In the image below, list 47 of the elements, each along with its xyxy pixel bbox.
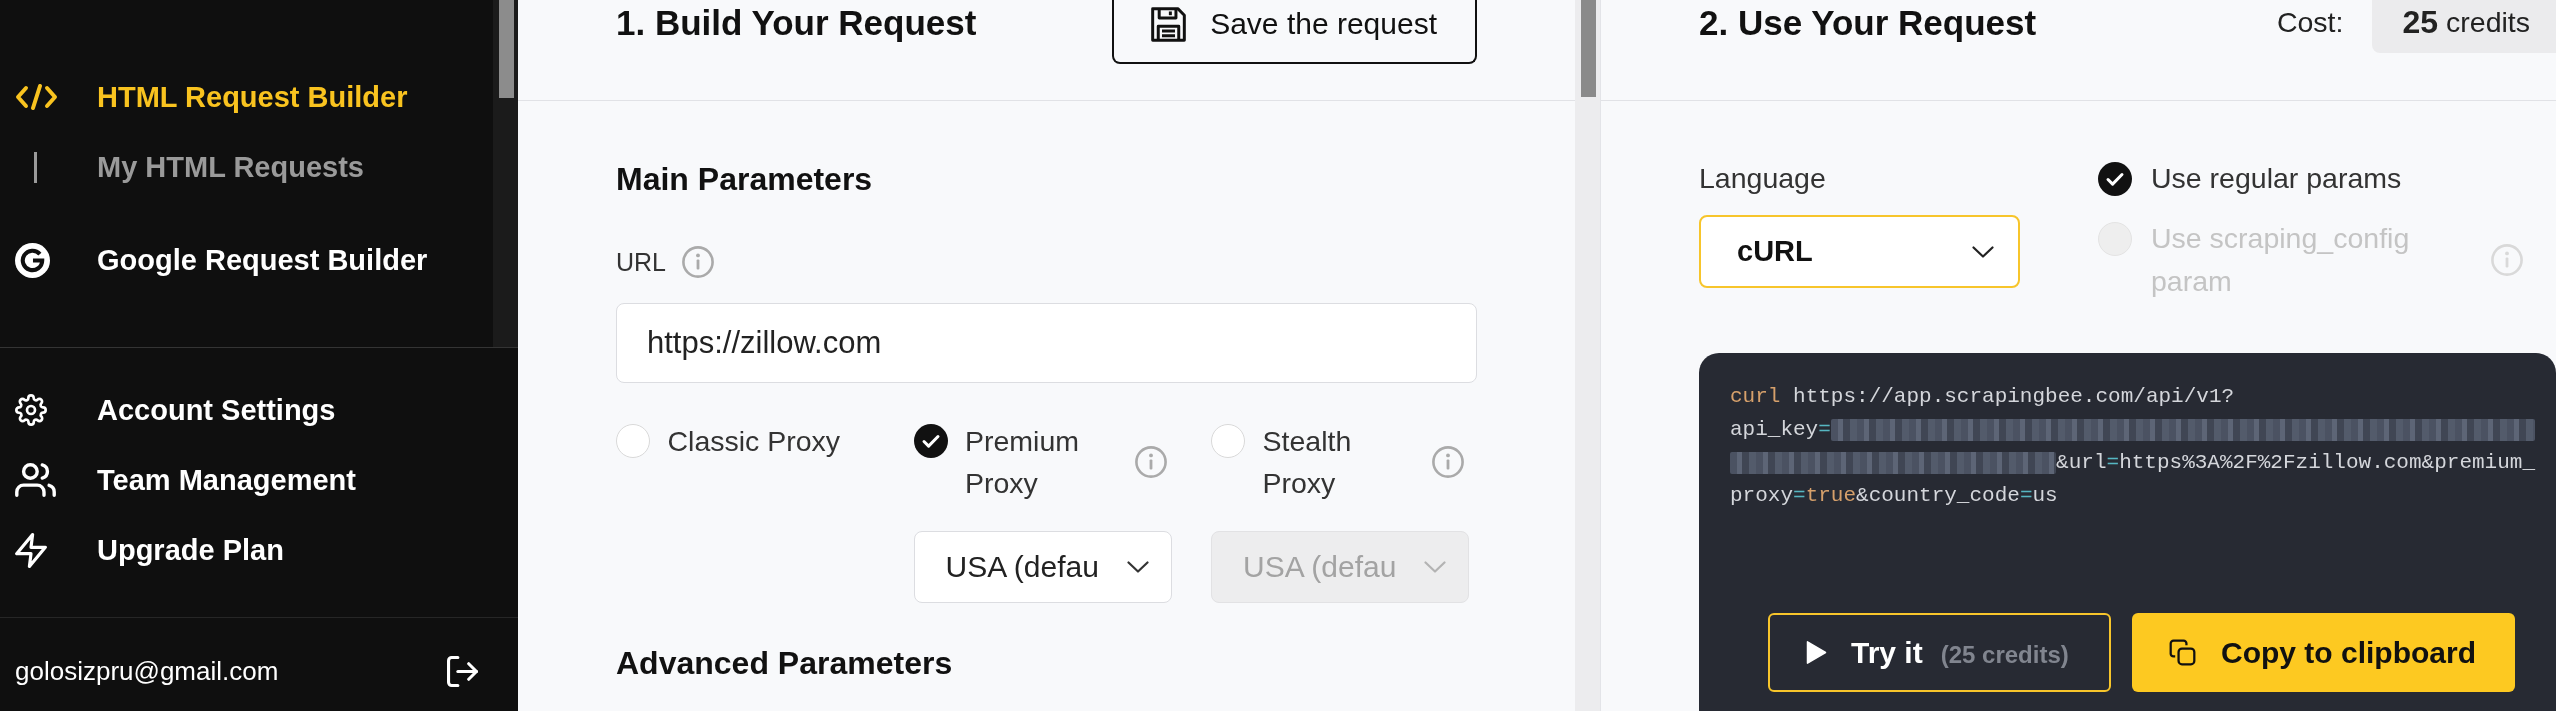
field-label: Language (1699, 161, 1826, 196)
radio-label: Premium Proxy (965, 424, 1080, 501)
cost-label: Cost: (2276, 5, 2344, 40)
code-text: api_key= (1730, 418, 1831, 441)
lightning-bolt-icon (15, 532, 47, 568)
section-title: Main Parameters (616, 160, 873, 199)
letter-g-icon (15, 242, 50, 278)
vertical-line-icon (34, 151, 37, 183)
radio-button[interactable] (913, 424, 948, 458)
save-button[interactable]: Save the request (1112, 0, 1477, 64)
language-select[interactable]: cURL (1699, 215, 2020, 288)
people-icon (15, 463, 56, 497)
try-it-button[interactable]: Try it (25 credits) (1768, 613, 2111, 692)
scrollbar-thumb[interactable] (499, 0, 514, 98)
code-text: curl https://app.scrapingbee.com/api/v1? (1730, 385, 2235, 408)
logout-icon[interactable] (447, 655, 478, 687)
user-email: golosizpru@gmail.com (15, 655, 279, 687)
radio-label: Stealth Proxy (1262, 424, 1353, 501)
cost-value: 25 credits (2372, 0, 2556, 53)
sidebar-item[interactable]: Account Settings (15, 392, 336, 428)
settings-icon (15, 394, 47, 426)
panel-title: 1. Build Your Request (616, 2, 977, 44)
copy-button[interactable]: Copy to clipboard (2132, 613, 2515, 692)
chevron-down-icon (1126, 561, 1149, 573)
chevron-down-icon (1972, 245, 1994, 258)
field-label: URL (616, 247, 666, 278)
radio-button[interactable] (2098, 161, 2132, 196)
sidebar-item[interactable]: HTML Request Builder (15, 79, 408, 115)
url-input[interactable]: https://zillow.com (616, 303, 1477, 383)
sidebar-item[interactable]: Upgrade Plan (15, 532, 284, 568)
code-text: proxy=true&country_code=us (1730, 484, 2058, 507)
code-icon (15, 84, 58, 110)
sidebar-subitem[interactable]: My HTML Requests (15, 149, 364, 185)
radio-button[interactable] (1211, 424, 1245, 458)
sidebar-item[interactable]: Google Request Builder (15, 242, 428, 278)
code-text: &url=https%3A%2F%2Fzillow.com&premium_ (2056, 451, 2535, 474)
radio-label: Classic Proxy (667, 424, 841, 459)
section-title: Advanced Parameters (616, 644, 953, 683)
scrollbar-thumb[interactable] (1581, 0, 1596, 97)
chevron-down-icon (1424, 561, 1446, 573)
play-icon (1806, 640, 1827, 665)
country-select[interactable]: USA (defau (913, 531, 1172, 603)
sidebar-item[interactable]: Team Management (15, 462, 356, 498)
radio-button[interactable] (616, 424, 650, 458)
radio-label: Use regular params (2151, 161, 2402, 196)
panel-title: 2. Use Your Request (1699, 2, 2037, 44)
copy-icon (2169, 639, 2196, 666)
